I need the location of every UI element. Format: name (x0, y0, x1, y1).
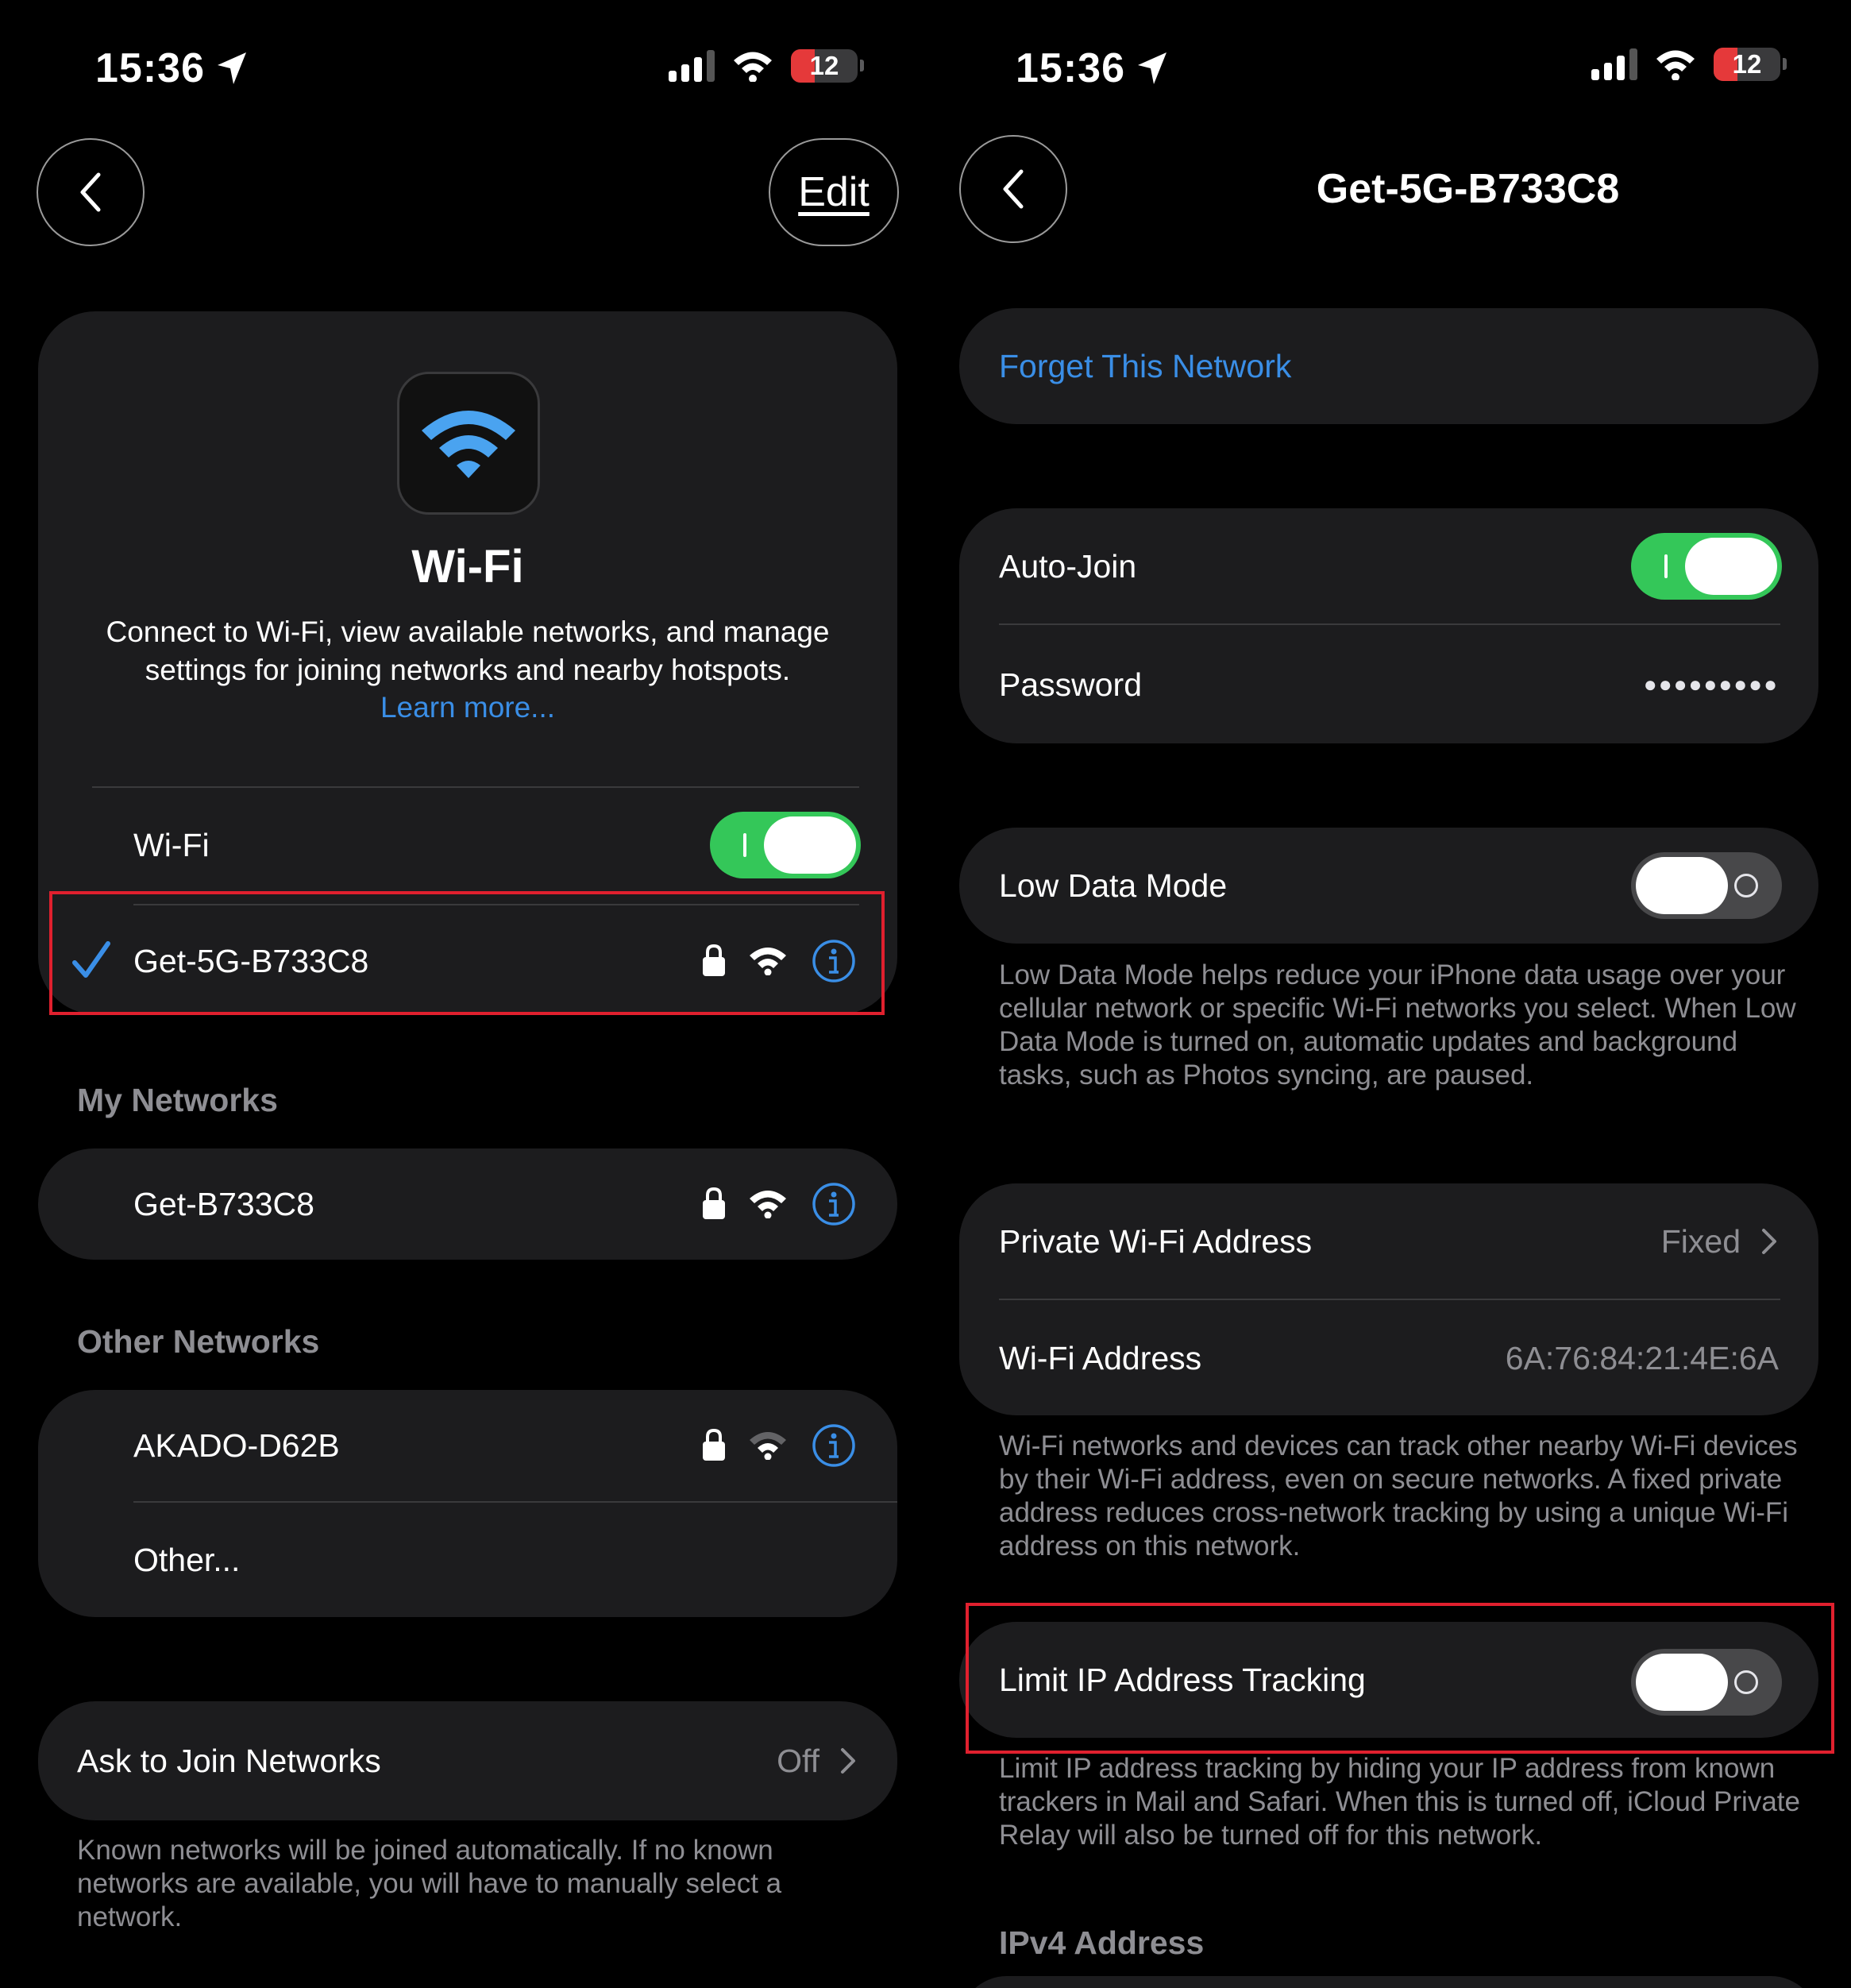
wifi-status-icon (1656, 50, 1695, 80)
wifi-address-label: Wi-Fi Address (999, 1339, 1202, 1376)
wifi-address-row: Wi-Fi Address 6A:76:84:21:4E:6A (959, 1301, 1818, 1415)
learn-more-link[interactable]: Learn more... (38, 691, 897, 724)
auto-join-card: Auto-Join Password ●●●●●●●●● (959, 508, 1818, 743)
network-detail-screen: 15:36 12 Get-5G-B733C8 Forget This Netwo… (926, 0, 1851, 1988)
wifi-weak-signal-icon (750, 1432, 786, 1460)
other-network-row[interactable]: Other... (38, 1503, 897, 1617)
chevron-right-icon (1762, 1229, 1776, 1254)
divider (92, 786, 859, 788)
ipv4-section-title: IPv4 Address (999, 1924, 1205, 1961)
highlight-connected-network (49, 891, 885, 1015)
cellular-signal-icon (1591, 48, 1637, 80)
status-time: 15:36 (1016, 44, 1168, 92)
my-networks-card: Get-B733C8 (38, 1148, 897, 1260)
private-address-value: Fixed (1660, 1222, 1741, 1260)
back-button[interactable] (37, 138, 145, 246)
other-networks-card: AKADO-D62B Other... (38, 1390, 897, 1617)
back-button[interactable] (959, 135, 1067, 243)
forget-network-row[interactable]: Forget This Network (959, 308, 1818, 424)
auto-join-toggle[interactable] (1631, 533, 1782, 600)
status-icons: 12 (669, 49, 864, 83)
ask-to-join-row[interactable]: Ask to Join Networks Off (38, 1701, 897, 1820)
wifi-app-icon (397, 372, 540, 515)
ask-to-join-card: Ask to Join Networks Off (38, 1701, 897, 1820)
low-data-row: Low Data Mode (959, 828, 1818, 944)
wifi-address-footnote: Wi-Fi networks and devices can track oth… (999, 1430, 1798, 1561)
password-value: ●●●●●●●●● (1643, 672, 1779, 697)
battery-indicator: 12 (1714, 48, 1787, 81)
network-row[interactable]: Get-B733C8 (38, 1148, 897, 1260)
wifi-signal-icon (750, 1191, 786, 1218)
lock-icon (703, 1428, 725, 1461)
cellular-signal-icon (669, 50, 715, 82)
my-networks-title: My Networks (77, 1082, 278, 1118)
network-name: AKADO-D62B (133, 1426, 340, 1464)
wifi-description: Connect to Wi-Fi, view available network… (106, 616, 830, 686)
limit-ip-footnote: Limit IP address tracking by hiding your… (999, 1753, 1800, 1851)
wifi-toggle-row: Wi-Fi (38, 791, 897, 899)
wifi-large-icon (422, 411, 515, 478)
address-card: Private Wi-Fi Address Fixed Wi-Fi Addres… (959, 1183, 1818, 1415)
low-data-label: Low Data Mode (999, 867, 1228, 904)
info-icon[interactable] (812, 1182, 856, 1226)
status-icons: 12 (1591, 48, 1787, 81)
divider (999, 623, 1780, 625)
wifi-settings-screen: 15:36 12 Edit Wi-Fi Connect to Wi-Fi, vi… (0, 0, 925, 1988)
password-label: Password (999, 666, 1143, 703)
other-networks-title: Other Networks (77, 1323, 320, 1360)
network-row[interactable]: AKADO-D62B (38, 1390, 897, 1501)
forget-network-button[interactable]: Forget This Network (999, 348, 1291, 385)
wifi-address-value: 6A:76:84:21:4E:6A (1505, 1339, 1779, 1376)
chevron-left-icon (80, 172, 101, 212)
ask-to-join-label: Ask to Join Networks (77, 1742, 381, 1779)
ipv4-card (959, 1976, 1818, 1988)
auto-join-label: Auto-Join (999, 547, 1137, 585)
other-network-label: Other... (133, 1541, 241, 1578)
highlight-limit-ip (966, 1603, 1834, 1754)
low-data-card: Low Data Mode (959, 828, 1818, 944)
info-icon[interactable] (812, 1423, 856, 1468)
wifi-toggle[interactable] (710, 812, 861, 878)
low-data-footnote: Low Data Mode helps reduce your iPhone d… (999, 959, 1796, 1091)
battery-indicator: 12 (791, 49, 864, 83)
wifi-toggle-label: Wi-Fi (133, 826, 210, 863)
ask-to-join-footnote: Known networks will be joined automatica… (77, 1835, 782, 1932)
chevron-right-icon (841, 1748, 855, 1774)
location-arrow-icon (218, 52, 246, 84)
wifi-status-icon (734, 52, 772, 82)
lock-icon (703, 1187, 725, 1219)
auto-join-row: Auto-Join (959, 508, 1818, 624)
password-row[interactable]: Password ●●●●●●●●● (959, 626, 1818, 743)
forget-card: Forget This Network (959, 308, 1818, 424)
network-name: Get-B733C8 (133, 1185, 314, 1222)
ask-to-join-value: Off (777, 1742, 819, 1779)
location-arrow-icon (1138, 52, 1167, 84)
chevron-left-icon (1003, 169, 1024, 209)
divider (999, 1299, 1780, 1300)
low-data-toggle[interactable] (1631, 852, 1782, 919)
private-address-label: Private Wi-Fi Address (999, 1222, 1313, 1260)
network-title: Get-5G-B733C8 (1316, 166, 1620, 212)
private-address-row[interactable]: Private Wi-Fi Address Fixed (959, 1183, 1818, 1299)
wifi-title: Wi-Fi (411, 541, 524, 593)
status-time: 15:36 (95, 44, 248, 92)
edit-button[interactable]: Edit (769, 138, 899, 246)
